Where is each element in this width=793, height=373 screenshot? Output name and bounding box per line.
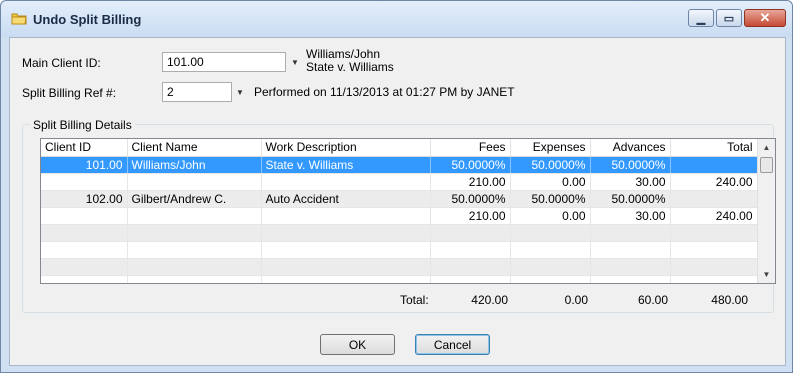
- close-button[interactable]: ✕: [744, 9, 786, 27]
- split-billing-details-title: Split Billing Details: [30, 118, 135, 132]
- cell-client-name: [127, 207, 262, 225]
- split-billing-ref-field[interactable]: 2: [162, 82, 232, 102]
- table-row[interactable]: 210.00 0.00 30.00 240.00: [41, 173, 758, 191]
- dialog-body: Main Client ID: 101.00 ▼ Williams/John S…: [9, 37, 786, 366]
- column-header[interactable]: Expenses: [510, 139, 591, 157]
- cell-expenses: 0.00: [510, 207, 591, 225]
- cell-work-description: [261, 207, 431, 225]
- cell-advances: 30.00: [590, 207, 671, 225]
- cell-fees: 210.00: [430, 207, 511, 225]
- cell-fees: 50.0000%: [430, 156, 511, 174]
- cell-expenses: 0.00: [510, 173, 591, 191]
- undo-split-billing-window: Undo Split Billing ▁ ▭ ✕ Main Client ID:…: [0, 0, 793, 373]
- cell-advances: 50.0000%: [590, 190, 671, 208]
- column-header[interactable]: Client ID: [41, 139, 128, 157]
- minimize-button[interactable]: ▁: [688, 9, 714, 27]
- column-header[interactable]: Total: [670, 139, 758, 157]
- total-expenses: 0.00: [564, 293, 588, 307]
- cell-work-description: State v. Williams: [261, 156, 431, 174]
- empty-row[interactable]: [41, 224, 758, 242]
- cell-total: 240.00: [670, 207, 758, 225]
- main-client-id-label: Main Client ID:: [22, 56, 101, 70]
- maximize-icon: ▭: [723, 12, 735, 25]
- cell-advances: 30.00: [590, 173, 671, 191]
- empty-row[interactable]: [41, 241, 758, 259]
- minimize-icon: ▁: [696, 12, 706, 25]
- main-client-id-field[interactable]: 101.00: [162, 52, 286, 72]
- cell-client-name: Gilbert/Andrew C.: [127, 190, 262, 208]
- table-row[interactable]: 101.00 Williams/John State v. Williams 5…: [41, 156, 758, 174]
- cell-expenses: 50.0000%: [510, 190, 591, 208]
- cancel-button[interactable]: Cancel: [415, 334, 490, 355]
- cell-total: [670, 156, 758, 174]
- cell-client-name: Williams/John: [127, 156, 262, 174]
- cell-client-name: [127, 173, 262, 191]
- scroll-down-arrow-icon[interactable]: ▼: [758, 266, 775, 283]
- column-header[interactable]: Advances: [590, 139, 671, 157]
- empty-row[interactable]: [41, 258, 758, 276]
- main-client-info: Williams/John State v. Williams: [306, 48, 394, 74]
- window-title: Undo Split Billing: [33, 12, 142, 27]
- vertical-scrollbar[interactable]: ▲ ▼: [757, 139, 775, 283]
- split-billing-ref-dropdown-arrow[interactable]: ▼: [234, 82, 246, 102]
- main-client-case: State v. Williams: [306, 60, 394, 74]
- column-header[interactable]: Client Name: [127, 139, 262, 157]
- cell-client-id: [41, 173, 128, 191]
- totals-label: Total:: [400, 293, 429, 307]
- close-icon: ✕: [759, 10, 771, 25]
- total-fees: 420.00: [471, 293, 508, 307]
- grand-total: 480.00: [711, 293, 748, 307]
- table-header: Client ID Client Name Work Description F…: [41, 139, 758, 157]
- split-billing-table: Client ID Client Name Work Description F…: [41, 139, 758, 283]
- cell-client-id: [41, 207, 128, 225]
- cell-total: [670, 190, 758, 208]
- performed-info: Performed on 11/13/2013 at 01:27 PM by J…: [254, 85, 515, 99]
- empty-row[interactable]: [41, 275, 758, 283]
- column-header[interactable]: Work Description: [261, 139, 431, 157]
- cell-fees: 50.0000%: [430, 190, 511, 208]
- column-header[interactable]: Fees: [430, 139, 511, 157]
- split-billing-grid[interactable]: Client ID Client Name Work Description F…: [40, 138, 776, 284]
- scroll-thumb[interactable]: [760, 157, 773, 173]
- cell-client-id: 102.00: [41, 190, 128, 208]
- maximize-button[interactable]: ▭: [716, 9, 742, 27]
- table-row[interactable]: 210.00 0.00 30.00 240.00: [41, 207, 758, 225]
- cell-total: 240.00: [670, 173, 758, 191]
- title-bar: Undo Split Billing ▁ ▭ ✕: [1, 1, 792, 37]
- cell-client-id: 101.00: [41, 156, 128, 174]
- total-advances: 60.00: [637, 293, 668, 307]
- cell-advances: 50.0000%: [590, 156, 671, 174]
- table-row[interactable]: 102.00 Gilbert/Andrew C. Auto Accident 5…: [41, 190, 758, 208]
- cell-work-description: Auto Accident: [261, 190, 431, 208]
- main-client-dropdown-arrow[interactable]: ▼: [289, 52, 301, 72]
- cell-work-description: [261, 173, 431, 191]
- ok-button[interactable]: OK: [320, 334, 395, 355]
- folder-icon: [11, 13, 27, 25]
- cell-fees: 210.00: [430, 173, 511, 191]
- split-billing-ref-label: Split Billing Ref #:: [22, 86, 117, 100]
- scroll-up-arrow-icon[interactable]: ▲: [758, 139, 775, 156]
- cell-expenses: 50.0000%: [510, 156, 591, 174]
